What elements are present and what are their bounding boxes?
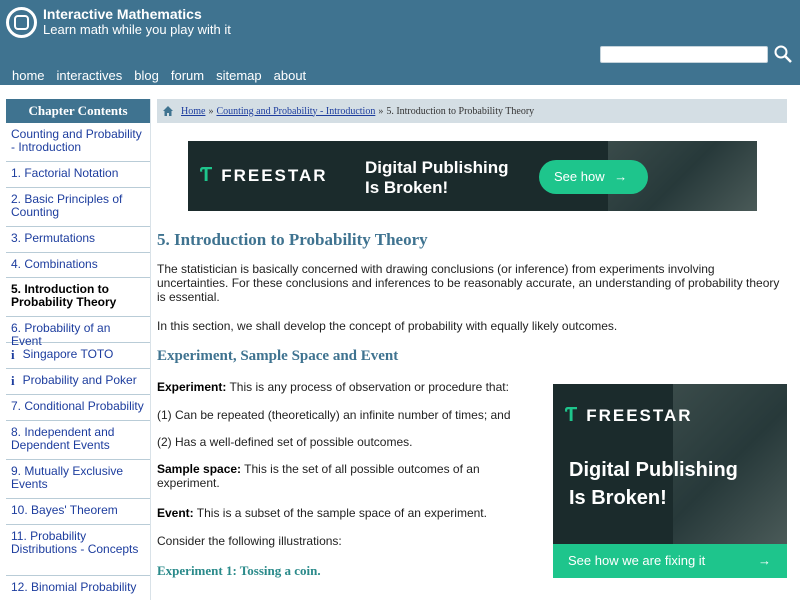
ad-see-how-button[interactable]: See how → (539, 160, 648, 194)
sidebar-item-label: 12. Binomial Probability (11, 580, 137, 594)
sidebar-item-label: 10. Bayes' Theorem (11, 503, 118, 517)
freestar-logo: Ƭ FREESTAR (565, 404, 693, 427)
sidebar-item-label: 2. Basic Principles of Counting (11, 192, 123, 219)
freestar-mark-icon: Ƭ (565, 404, 580, 426)
site-header: Interactive Mathematics Learn math while… (0, 0, 800, 85)
sidebar-item-intro[interactable]: Counting and Probability - Introduction (6, 123, 150, 162)
sidebar-item-probability-theory[interactable]: 5. Introduction to Probability Theory (6, 278, 150, 317)
main-nav: home interactives blog forum sitemap abo… (12, 68, 318, 83)
sidebar-item-label: 6. Probability of an Event (11, 321, 111, 348)
ad-banner-side[interactable]: Ƭ FREESTAR Digital Publishing Is Broken!… (553, 384, 787, 578)
breadcrumb: Home » Counting and Probability - Introd… (157, 99, 787, 123)
ad-headline: Digital Publishing Is Broken! (365, 158, 509, 197)
intro-paragraph-2: In this section, we shall develop the co… (157, 319, 618, 333)
consider-text: Consider the following illustrations: (157, 534, 342, 548)
sidebar-item-independent[interactable]: 8. Independent and Dependent Events (6, 421, 150, 460)
breadcrumb-separator: » (378, 105, 384, 117)
site-tagline: Learn math while you play with it (43, 22, 231, 37)
sidebar-item-permutations[interactable]: 3. Permutations (6, 227, 150, 253)
experiment-1-heading: Experiment 1: Tossing a coin. (157, 563, 321, 578)
point-2: (2) Has a well-defined set of possible o… (157, 435, 413, 449)
arrow-right-icon: → (614, 169, 628, 184)
sidebar-item-label: 5. Introduction to Probability Theory (11, 282, 117, 309)
sidebar-item-label: Counting and Probability - Introduction (11, 127, 142, 154)
sidebar-item-label: 9. Mutually Exclusive Events (11, 464, 124, 491)
nav-home[interactable]: home (12, 68, 45, 83)
experiment-definition: Experiment: This is any process of obser… (157, 380, 509, 394)
sidebar-item-label: 4. Combinations (11, 257, 98, 271)
sample-space-definition: Sample space: This is the set of all pos… (157, 462, 480, 490)
search-input[interactable] (600, 46, 768, 63)
sidebar-item-conditional[interactable]: 7. Conditional Probability (6, 395, 150, 421)
sidebar-item-poker[interactable]: i Probability and Poker (6, 369, 150, 395)
home-icon[interactable] (162, 105, 174, 117)
sidebar-item-label: 3. Permutations (11, 231, 96, 245)
breadcrumb-separator: » (208, 105, 214, 117)
ad-banner-top[interactable]: Ƭ FREESTAR Digital Publishing Is Broken!… (188, 141, 757, 211)
sidebar-item-event[interactable]: 6. Probability of an Event (6, 317, 150, 348)
ad-fixing-button[interactable]: See how we are fixing it → (553, 544, 787, 578)
nav-about[interactable]: about (274, 68, 307, 83)
freestar-brand: FREESTAR (586, 405, 693, 425)
event-definition: Event: This is a subset of the sample sp… (157, 506, 487, 520)
arrow-right-icon: → (758, 553, 771, 568)
sidebar-item-binomial[interactable]: 12. Binomial Probability (6, 576, 150, 600)
section-heading: Experiment, Sample Space and Event (157, 348, 399, 364)
nav-sitemap[interactable]: sitemap (216, 68, 262, 83)
sidebar-item-counting[interactable]: 2. Basic Principles of Counting (6, 188, 150, 227)
breadcrumb-current: 5. Introduction to Probability Theory (386, 105, 535, 117)
sidebar-item-combinations[interactable]: 4. Combinations (6, 253, 150, 278)
sidebar-item-label: 7. Conditional Probability (11, 399, 144, 413)
info-icon: i (11, 373, 15, 388)
ad-headline: Digital Publishing Is Broken! (569, 459, 738, 509)
page-title: 5. Introduction to Probability Theory (157, 230, 428, 249)
sidebar-item-distributions[interactable]: 11. Probability Distributions - Concepts (6, 525, 150, 576)
sidebar-item-factorial[interactable]: 1. Factorial Notation (6, 162, 150, 188)
sidebar-item-label: Probability and Poker (22, 373, 137, 387)
point-1: (1) Can be repeated (theoretically) an i… (157, 408, 511, 422)
sidebar-item-label: 8. Independent and Dependent Events (11, 425, 115, 452)
logo-icon[interactable] (6, 7, 37, 38)
info-icon: i (11, 347, 15, 362)
site-title[interactable]: Interactive Mathematics (43, 6, 202, 22)
sidebar-item-label: 11. Probability Distributions - Concepts (11, 529, 139, 556)
freestar-brand: FREESTAR (221, 165, 328, 185)
sidebar-item-label: Singapore TOTO (22, 347, 114, 361)
nav-interactives[interactable]: interactives (57, 68, 123, 83)
sidebar-item-label: 1. Factorial Notation (11, 166, 119, 180)
breadcrumb-home[interactable]: Home (181, 106, 205, 117)
nav-forum[interactable]: forum (171, 68, 204, 83)
freestar-mark-icon: Ƭ (200, 164, 215, 186)
nav-blog[interactable]: blog (134, 68, 159, 83)
sidebar-item-bayes[interactable]: 10. Bayes' Theorem (6, 499, 150, 525)
sidebar-title: Chapter Contents (6, 99, 150, 123)
chapter-sidebar: Chapter Contents Counting and Probabilit… (6, 99, 151, 600)
sidebar-item-exclusive[interactable]: 9. Mutually Exclusive Events (6, 460, 150, 499)
intro-paragraph: The statistician is basically concerned … (157, 262, 780, 304)
search-icon[interactable] (772, 44, 794, 64)
breadcrumb-section[interactable]: Counting and Probability - Introduction (216, 106, 375, 117)
freestar-logo: Ƭ FREESTAR (200, 164, 328, 187)
